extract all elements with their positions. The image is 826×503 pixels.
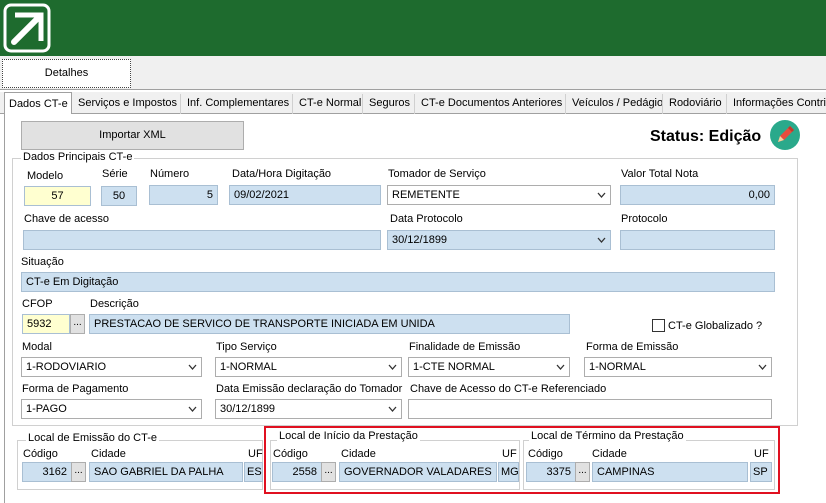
numero-label: Número — [150, 168, 190, 180]
tab-informacoes-contribuinte[interactable]: Informações Contril — [729, 94, 826, 114]
tomador-label: Tomador de Serviço — [388, 168, 486, 180]
local-emissao-codigo-field[interactable]: 3162 — [22, 462, 72, 482]
local-emissao-uf-label: UF — [248, 448, 263, 460]
chevron-down-icon — [388, 364, 397, 370]
modelo-field[interactable]: 57 — [24, 186, 91, 206]
modal-value: 1-RODOVIARIO — [26, 361, 107, 373]
local-emissao-cidade-label: Cidade — [91, 448, 126, 460]
modal-label: Modal — [22, 341, 52, 353]
chave-acesso-label: Chave de acesso — [24, 213, 109, 225]
tomador-value: REMETENTE — [392, 189, 460, 201]
cfop-field[interactable]: 5932 — [22, 314, 70, 334]
finalidade-label: Finalidade de Emissão — [409, 341, 521, 353]
inner-tab-bar: Dados CT-e Serviços e Impostos Inf. Comp… — [0, 92, 826, 115]
local-emissao-title: Local de Emissão do CT-e — [26, 432, 160, 444]
data-emissao-tomador-select[interactable]: 30/12/1899 — [215, 399, 402, 419]
forma-pagamento-value: 1-PAGO — [26, 403, 67, 415]
app-logo-icon — [3, 3, 51, 53]
local-emissao-uf-field[interactable]: ES — [244, 462, 263, 482]
descricao-label: Descrição — [90, 298, 139, 310]
status-text: Status: Edição — [650, 128, 762, 145]
forma-pagamento-select[interactable]: 1-PAGO — [21, 399, 202, 419]
tipo-servico-label: Tipo Serviço — [216, 341, 277, 353]
data-protocolo-label: Data Protocolo — [390, 213, 463, 225]
tab-inf-complementares[interactable]: Inf. Complementares — [183, 94, 293, 114]
globalizado-label: CT-e Globalizado ? — [668, 320, 763, 332]
forma-emissao-select[interactable]: 1-NORMAL — [584, 357, 772, 377]
chevron-down-icon — [556, 364, 565, 370]
highlight-frame — [264, 426, 780, 494]
tab-cte-normal[interactable]: CT-e Normal — [295, 94, 363, 114]
serie-label: Série — [102, 168, 128, 180]
local-emissao-cidade-field[interactable]: SAO GABRIEL DA PALHA — [89, 462, 243, 482]
app-header — [0, 0, 826, 56]
import-xml-button[interactable]: Importar XML — [21, 121, 244, 150]
tab-servicos-impostos[interactable]: Serviços e Impostos — [74, 94, 181, 114]
chave-referenciado-field[interactable] — [408, 399, 772, 419]
tab-rodoviario[interactable]: Rodoviário — [665, 94, 727, 114]
tab-detalhes[interactable]: Detalhes — [2, 59, 131, 88]
forma-emissao-value: 1-NORMAL — [589, 361, 646, 373]
tomador-select[interactable]: REMETENTE — [387, 185, 611, 205]
forma-pagamento-label: Forma de Pagamento — [22, 383, 129, 395]
modelo-label: Modelo — [27, 170, 64, 182]
modal-select[interactable]: 1-RODOVIARIO — [21, 357, 202, 377]
tab-dados-cte[interactable]: Dados CT-e — [4, 92, 72, 115]
chevron-down-icon — [597, 192, 606, 198]
valor-total-field[interactable]: 0,00 — [620, 185, 775, 205]
tab-cte-documentos-anteriores[interactable]: CT-e Documentos Anteriores — [417, 94, 566, 114]
finalidade-value: 1-CTE NORMAL — [413, 361, 495, 373]
numero-field[interactable]: 5 — [149, 185, 218, 205]
local-emissao-codigo-label: Código — [23, 448, 58, 460]
chevron-down-icon — [188, 364, 197, 370]
tab-veiculos-pedagio[interactable]: Veículos / Pedágio — [568, 94, 663, 114]
data-emissao-tomador-label: Data Emissão declaração do Tomador — [216, 383, 403, 395]
chave-acesso-field[interactable] — [23, 230, 381, 250]
local-emissao-search-button[interactable]: ... — [71, 462, 86, 482]
protocolo-label: Protocolo — [621, 213, 668, 225]
pencil-icon — [769, 119, 801, 151]
tipo-servico-select[interactable]: 1-NORMAL — [215, 357, 402, 377]
dados-principais-title: Dados Principais CT-e — [21, 151, 135, 163]
data-emissao-tomador-value: 30/12/1899 — [220, 403, 276, 415]
situacao-label: Situação — [21, 256, 64, 268]
data-protocolo-value: 30/12/1899 — [392, 234, 448, 246]
data-hora-label: Data/Hora Digitação — [232, 168, 332, 180]
chevron-down-icon — [597, 237, 606, 243]
chevron-down-icon — [758, 364, 767, 370]
forma-emissao-label: Forma de Emissão — [586, 341, 679, 353]
situacao-field[interactable]: CT-e Em Digitação — [21, 272, 775, 292]
chevron-down-icon — [388, 406, 397, 412]
tab-seguros[interactable]: Seguros — [365, 94, 415, 114]
chave-referenciado-label: Chave de Acesso do CT-e Referenciado — [410, 383, 607, 395]
finalidade-select[interactable]: 1-CTE NORMAL — [408, 357, 570, 377]
data-hora-field[interactable]: 09/02/2021 — [229, 185, 381, 205]
descricao-field[interactable]: PRESTACAO DE SERVICO DE TRANSPORTE INICI… — [89, 314, 570, 334]
protocolo-field[interactable] — [620, 230, 775, 250]
globalizado-checkbox[interactable] — [652, 319, 665, 332]
tipo-servico-value: 1-NORMAL — [220, 361, 277, 373]
data-protocolo-select[interactable]: 30/12/1899 — [387, 230, 611, 250]
serie-field[interactable]: 50 — [101, 186, 137, 206]
cfop-search-button[interactable]: ... — [70, 314, 85, 334]
valor-total-label: Valor Total Nota — [621, 168, 699, 180]
chevron-down-icon — [188, 406, 197, 412]
cfop-label: CFOP — [22, 298, 53, 310]
